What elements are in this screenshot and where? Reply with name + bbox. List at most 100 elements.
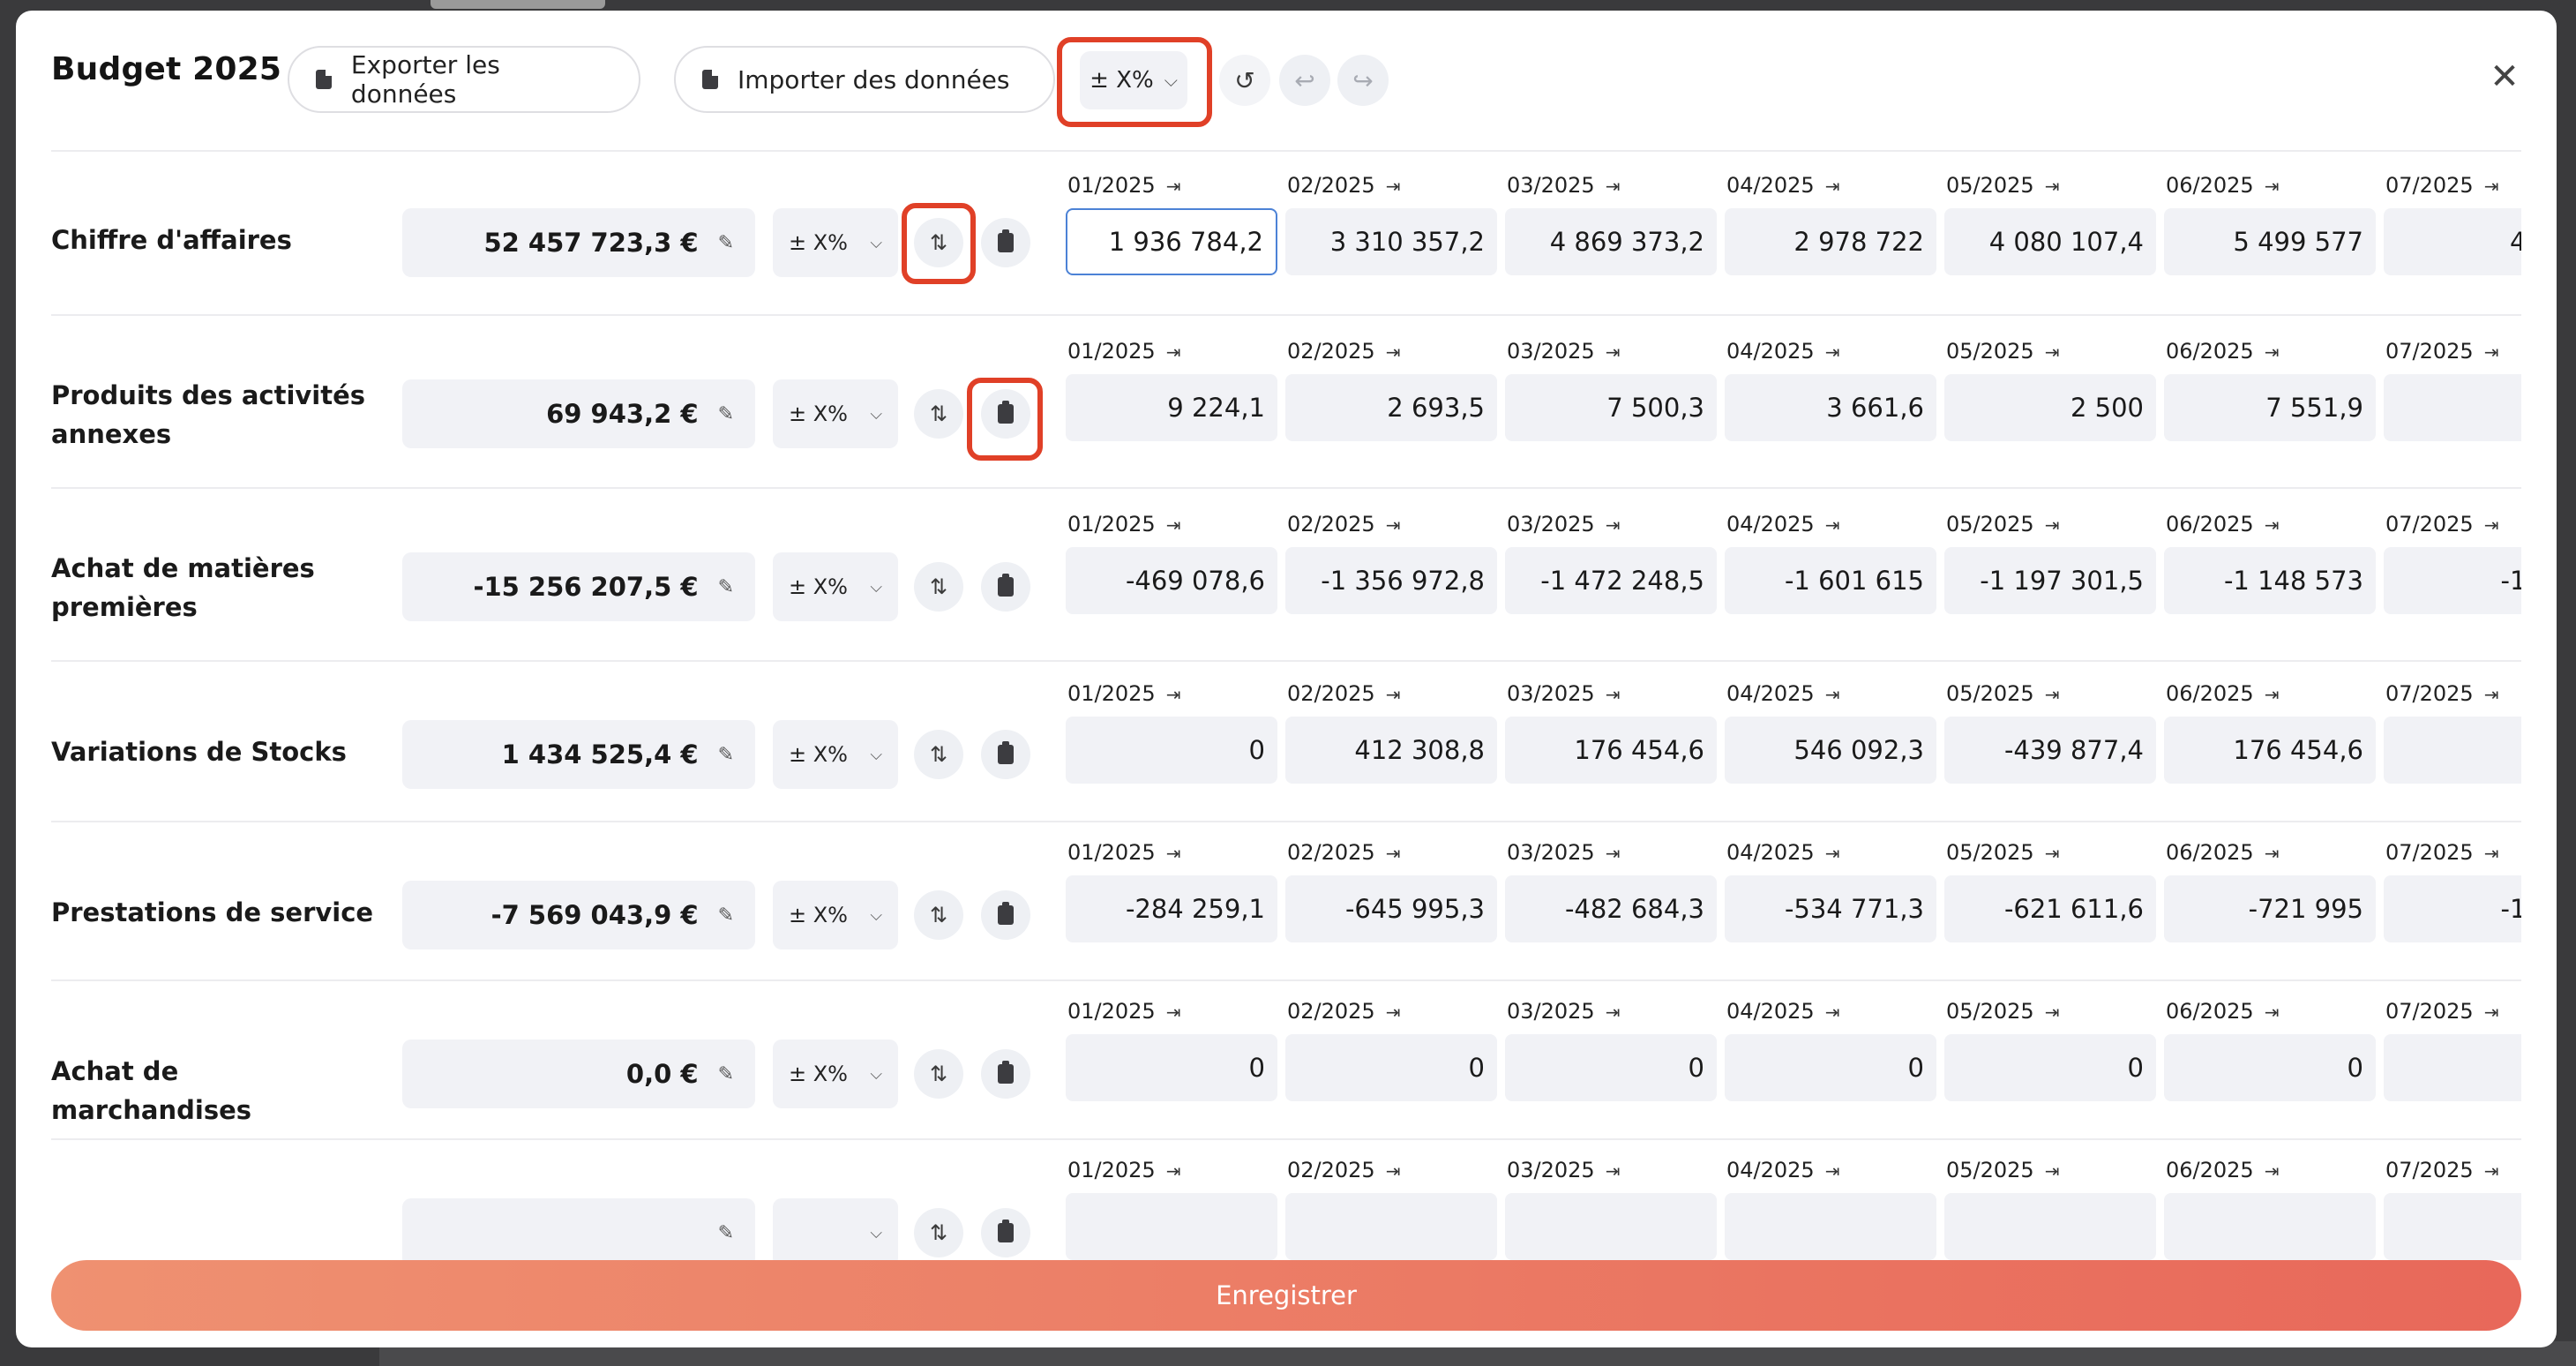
- global-percent-adjust-dropdown[interactable]: ± X% ⌵: [1080, 51, 1187, 109]
- month-value-input[interactable]: 2 500: [1944, 374, 2156, 441]
- paste-button[interactable]: [981, 562, 1030, 612]
- row-percent-dropdown[interactable]: ± X% ⌵: [773, 552, 898, 621]
- apply-right-icon[interactable]: ⇥: [2484, 176, 2499, 197]
- month-value-input[interactable]: 0: [1725, 1034, 1936, 1101]
- redo-button[interactable]: ↪: [1337, 55, 1389, 106]
- row-total-field[interactable]: -15 256 207,5 € ✎: [402, 552, 755, 621]
- month-value-input[interactable]: -1 601 615: [1725, 547, 1936, 614]
- month-value-input[interactable]: 176 454,6: [1505, 717, 1717, 784]
- month-value-input[interactable]: [1066, 1193, 1277, 1260]
- apply-right-icon[interactable]: ⇥: [2265, 514, 2280, 536]
- month-value-input[interactable]: -482 684,3: [1505, 875, 1717, 942]
- apply-right-icon[interactable]: ⇥: [1166, 1160, 1181, 1182]
- apply-right-icon[interactable]: ⇥: [2265, 176, 2280, 197]
- sort-button[interactable]: ⇅: [914, 562, 963, 612]
- apply-right-icon[interactable]: ⇥: [1166, 684, 1181, 705]
- row-total-field[interactable]: 69 943,2 € ✎: [402, 379, 755, 448]
- apply-right-icon[interactable]: ⇥: [2484, 684, 2499, 705]
- apply-right-icon[interactable]: ⇥: [1166, 342, 1181, 363]
- sort-button[interactable]: ⇅: [914, 730, 963, 779]
- row-percent-dropdown[interactable]: ± X% ⌵: [773, 1040, 898, 1108]
- apply-right-icon[interactable]: ⇥: [2045, 342, 2060, 363]
- apply-right-icon[interactable]: ⇥: [1606, 176, 1621, 197]
- paste-button[interactable]: [981, 1049, 1030, 1099]
- export-data-button[interactable]: Exporter les données: [288, 46, 640, 113]
- month-value-input[interactable]: 4 080 107,4: [1944, 208, 2156, 275]
- month-value-input[interactable]: -621 611,6: [1944, 875, 2156, 942]
- apply-right-icon[interactable]: ⇥: [2484, 1160, 2499, 1182]
- month-value-input[interactable]: -1 004: [2384, 875, 2521, 942]
- row-total-field[interactable]: 0,0 € ✎: [402, 1040, 755, 1108]
- apply-right-icon[interactable]: ⇥: [1606, 1160, 1621, 1182]
- month-value-input[interactable]: 2 693,5: [1285, 374, 1497, 441]
- month-value-input[interactable]: 2 978 722: [1725, 208, 1936, 275]
- month-value-input[interactable]: [1505, 1193, 1717, 1260]
- month-value-input[interactable]: 1 936 784,2: [1066, 208, 1277, 275]
- apply-right-icon[interactable]: ⇥: [1825, 342, 1840, 363]
- close-button[interactable]: ✕: [2482, 55, 2527, 99]
- apply-right-icon[interactable]: ⇥: [2265, 342, 2280, 363]
- month-value-input[interactable]: 0: [1285, 1034, 1497, 1101]
- apply-right-icon[interactable]: ⇥: [1825, 176, 1840, 197]
- month-value-input[interactable]: -1 411: [2384, 547, 2521, 614]
- month-value-input[interactable]: -1 148 573: [2164, 547, 2376, 614]
- month-value-input[interactable]: 7 551,9: [2164, 374, 2376, 441]
- month-value-input[interactable]: 0: [1066, 717, 1277, 784]
- row-total-field[interactable]: ✎: [402, 1198, 755, 1267]
- paste-button[interactable]: [981, 890, 1030, 940]
- month-value-input[interactable]: 4 908: [2384, 208, 2521, 275]
- history-button[interactable]: ↺: [1219, 55, 1270, 106]
- apply-right-icon[interactable]: ⇥: [1825, 843, 1840, 864]
- month-value-input[interactable]: 0: [2164, 1034, 2376, 1101]
- month-value-input[interactable]: [2164, 1193, 2376, 1260]
- apply-right-icon[interactable]: ⇥: [2045, 514, 2060, 536]
- month-value-input[interactable]: -534 771,3: [1725, 875, 1936, 942]
- apply-right-icon[interactable]: ⇥: [1606, 342, 1621, 363]
- row-total-field[interactable]: 52 457 723,3 € ✎: [402, 208, 755, 277]
- row-total-field[interactable]: 1 434 525,4 € ✎: [402, 720, 755, 789]
- undo-button[interactable]: ↩: [1279, 55, 1330, 106]
- row-percent-dropdown[interactable]: ± X% ⌵: [773, 881, 898, 949]
- apply-right-icon[interactable]: ⇥: [1166, 843, 1181, 864]
- month-value-input[interactable]: 0: [1944, 1034, 2156, 1101]
- row-total-field[interactable]: -7 569 043,9 € ✎: [402, 881, 755, 949]
- sort-button[interactable]: ⇅: [914, 890, 963, 940]
- month-value-input[interactable]: -439 877,4: [1944, 717, 2156, 784]
- apply-right-icon[interactable]: ⇥: [2265, 1160, 2280, 1182]
- month-value-input[interactable]: 546 092,3: [1725, 717, 1936, 784]
- apply-right-icon[interactable]: ⇥: [2265, 684, 2280, 705]
- apply-right-icon[interactable]: ⇥: [1825, 1160, 1840, 1182]
- apply-right-icon[interactable]: ⇥: [1606, 684, 1621, 705]
- month-value-input[interactable]: -1 197 301,5: [1944, 547, 2156, 614]
- apply-right-icon[interactable]: ⇥: [1386, 1002, 1401, 1023]
- month-value-input[interactable]: [1285, 1193, 1497, 1260]
- month-value-input[interactable]: -1 472 248,5: [1505, 547, 1717, 614]
- month-value-input[interactable]: 3 310 357,2: [1285, 208, 1497, 275]
- month-value-input[interactable]: [2384, 1034, 2521, 1101]
- row-percent-dropdown[interactable]: ⌵: [773, 1198, 898, 1267]
- apply-right-icon[interactable]: ⇥: [2484, 843, 2499, 864]
- apply-right-icon[interactable]: ⇥: [1825, 684, 1840, 705]
- apply-right-icon[interactable]: ⇥: [2045, 1160, 2060, 1182]
- apply-right-icon[interactable]: ⇥: [1166, 514, 1181, 536]
- apply-right-icon[interactable]: ⇥: [2484, 342, 2499, 363]
- paste-button[interactable]: [981, 1208, 1030, 1257]
- month-value-input[interactable]: 7 500,3: [1505, 374, 1717, 441]
- apply-right-icon[interactable]: ⇥: [2484, 514, 2499, 536]
- month-value-input[interactable]: 7: [2384, 374, 2521, 441]
- apply-right-icon[interactable]: ⇥: [1825, 1002, 1840, 1023]
- paste-button[interactable]: [981, 218, 1030, 267]
- sort-button[interactable]: ⇅: [914, 1049, 963, 1099]
- save-button[interactable]: Enregistrer: [51, 1260, 2521, 1331]
- apply-right-icon[interactable]: ⇥: [2265, 843, 2280, 864]
- apply-right-icon[interactable]: ⇥: [1166, 1002, 1181, 1023]
- apply-right-icon[interactable]: ⇥: [1386, 514, 1401, 536]
- apply-right-icon[interactable]: ⇥: [1825, 514, 1840, 536]
- apply-right-icon[interactable]: ⇥: [1606, 514, 1621, 536]
- month-value-input[interactable]: 9 224,1: [1066, 374, 1277, 441]
- month-value-input[interactable]: 412 308,8: [1285, 717, 1497, 784]
- apply-right-icon[interactable]: ⇥: [2045, 684, 2060, 705]
- apply-right-icon[interactable]: ⇥: [1386, 684, 1401, 705]
- month-value-input[interactable]: 4 869 373,2: [1505, 208, 1717, 275]
- row-percent-dropdown[interactable]: ± X% ⌵: [773, 720, 898, 789]
